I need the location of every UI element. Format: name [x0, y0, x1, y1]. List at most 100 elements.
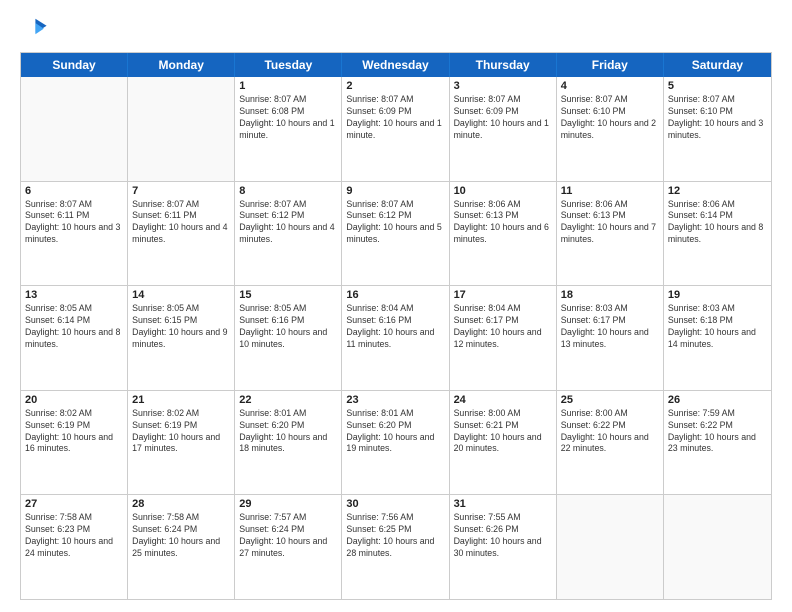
day-number: 8 [239, 185, 337, 197]
day-info: Sunrise: 7:58 AM Sunset: 6:23 PM Dayligh… [25, 512, 123, 560]
day-number: 16 [346, 289, 444, 301]
day-info: Sunrise: 8:07 AM Sunset: 6:11 PM Dayligh… [132, 199, 230, 247]
page: SundayMondayTuesdayWednesdayThursdayFrid… [0, 0, 792, 612]
calendar-week-1: 1 Sunrise: 8:07 AM Sunset: 6:08 PM Daylig… [21, 77, 771, 181]
calendar-cell: 15 Sunrise: 8:05 AM Sunset: 6:16 PM Dayli… [235, 286, 342, 390]
calendar-cell: 27 Sunrise: 7:58 AM Sunset: 6:23 PM Dayli… [21, 495, 128, 599]
day-info: Sunrise: 8:02 AM Sunset: 6:19 PM Dayligh… [25, 408, 123, 456]
day-info: Sunrise: 8:01 AM Sunset: 6:20 PM Dayligh… [346, 408, 444, 456]
calendar-header-thursday: Thursday [450, 53, 557, 77]
calendar-cell: 16 Sunrise: 8:04 AM Sunset: 6:16 PM Dayli… [342, 286, 449, 390]
calendar-week-2: 6 Sunrise: 8:07 AM Sunset: 6:11 PM Daylig… [21, 181, 771, 286]
calendar-cell [128, 77, 235, 181]
calendar-cell: 31 Sunrise: 7:55 AM Sunset: 6:26 PM Dayli… [450, 495, 557, 599]
calendar-cell: 10 Sunrise: 8:06 AM Sunset: 6:13 PM Dayli… [450, 182, 557, 286]
day-number: 19 [668, 289, 767, 301]
calendar-cell: 24 Sunrise: 8:00 AM Sunset: 6:21 PM Dayli… [450, 391, 557, 495]
calendar-cell: 14 Sunrise: 8:05 AM Sunset: 6:15 PM Dayli… [128, 286, 235, 390]
day-info: Sunrise: 8:06 AM Sunset: 6:13 PM Dayligh… [454, 199, 552, 247]
calendar-header-sunday: Sunday [21, 53, 128, 77]
calendar-header-friday: Friday [557, 53, 664, 77]
day-info: Sunrise: 8:04 AM Sunset: 6:17 PM Dayligh… [454, 303, 552, 351]
logo [20, 16, 52, 44]
calendar-header-wednesday: Wednesday [342, 53, 449, 77]
day-number: 25 [561, 394, 659, 406]
day-number: 13 [25, 289, 123, 301]
day-number: 11 [561, 185, 659, 197]
day-info: Sunrise: 8:06 AM Sunset: 6:14 PM Dayligh… [668, 199, 767, 247]
day-number: 2 [346, 80, 444, 92]
day-info: Sunrise: 8:07 AM Sunset: 6:10 PM Dayligh… [561, 94, 659, 142]
day-info: Sunrise: 7:57 AM Sunset: 6:24 PM Dayligh… [239, 512, 337, 560]
day-info: Sunrise: 8:07 AM Sunset: 6:09 PM Dayligh… [454, 94, 552, 142]
calendar-cell: 9 Sunrise: 8:07 AM Sunset: 6:12 PM Daylig… [342, 182, 449, 286]
calendar-cell: 21Sunrise: 8:02 AM Sunset: 6:19 PM Dayli… [128, 391, 235, 495]
day-number: 24 [454, 394, 552, 406]
calendar-cell: 2 Sunrise: 8:07 AM Sunset: 6:09 PM Daylig… [342, 77, 449, 181]
calendar-cell [557, 495, 664, 599]
day-number: 27 [25, 498, 123, 510]
calendar-header-saturday: Saturday [664, 53, 771, 77]
calendar: SundayMondayTuesdayWednesdayThursdayFrid… [20, 52, 772, 600]
calendar-cell: 19 Sunrise: 8:03 AM Sunset: 6:18 PM Dayli… [664, 286, 771, 390]
day-info: Sunrise: 7:55 AM Sunset: 6:26 PM Dayligh… [454, 512, 552, 560]
calendar-cell: 23 Sunrise: 8:01 AM Sunset: 6:20 PM Dayli… [342, 391, 449, 495]
day-number: 15 [239, 289, 337, 301]
day-info: Sunrise: 8:00 AM Sunset: 6:22 PM Dayligh… [561, 408, 659, 456]
calendar-cell: 1 Sunrise: 8:07 AM Sunset: 6:08 PM Daylig… [235, 77, 342, 181]
calendar-cell: 12 Sunrise: 8:06 AM Sunset: 6:14 PM Dayli… [664, 182, 771, 286]
calendar-cell: 25 Sunrise: 8:00 AM Sunset: 6:22 PM Dayli… [557, 391, 664, 495]
day-info: Sunrise: 8:07 AM Sunset: 6:09 PM Dayligh… [346, 94, 444, 142]
calendar-cell: 17 Sunrise: 8:04 AM Sunset: 6:17 PM Dayli… [450, 286, 557, 390]
day-number: 1 [239, 80, 337, 92]
day-info: Sunrise: 8:03 AM Sunset: 6:18 PM Dayligh… [668, 303, 767, 351]
day-number: 17 [454, 289, 552, 301]
day-info: Sunrise: 8:00 AM Sunset: 6:21 PM Dayligh… [454, 408, 552, 456]
day-number: 31 [454, 498, 552, 510]
day-info: Sunrise: 8:07 AM Sunset: 6:08 PM Dayligh… [239, 94, 337, 142]
day-number: 26 [668, 394, 767, 406]
calendar-week-4: 20Sunrise: 8:02 AM Sunset: 6:19 PM Dayli… [21, 390, 771, 495]
day-info: Sunrise: 8:05 AM Sunset: 6:16 PM Dayligh… [239, 303, 337, 351]
day-info: Sunrise: 8:07 AM Sunset: 6:10 PM Dayligh… [668, 94, 767, 142]
calendar-cell: 8 Sunrise: 8:07 AM Sunset: 6:12 PM Daylig… [235, 182, 342, 286]
calendar-cell: 7 Sunrise: 8:07 AM Sunset: 6:11 PM Daylig… [128, 182, 235, 286]
day-info: Sunrise: 7:59 AM Sunset: 6:22 PM Dayligh… [668, 408, 767, 456]
calendar-cell [21, 77, 128, 181]
calendar-cell: 3 Sunrise: 8:07 AM Sunset: 6:09 PM Daylig… [450, 77, 557, 181]
day-info: Sunrise: 7:58 AM Sunset: 6:24 PM Dayligh… [132, 512, 230, 560]
day-info: Sunrise: 8:01 AM Sunset: 6:20 PM Dayligh… [239, 408, 337, 456]
calendar-cell: 13 Sunrise: 8:05 AM Sunset: 6:14 PM Dayli… [21, 286, 128, 390]
calendar-cell: 20Sunrise: 8:02 AM Sunset: 6:19 PM Dayli… [21, 391, 128, 495]
calendar-cell: 26 Sunrise: 7:59 AM Sunset: 6:22 PM Dayli… [664, 391, 771, 495]
day-info: Sunrise: 8:04 AM Sunset: 6:16 PM Dayligh… [346, 303, 444, 351]
day-number: 28 [132, 498, 230, 510]
day-info: Sunrise: 8:05 AM Sunset: 6:15 PM Dayligh… [132, 303, 230, 351]
day-number: 23 [346, 394, 444, 406]
day-number: 12 [668, 185, 767, 197]
calendar-cell: 30 Sunrise: 7:56 AM Sunset: 6:25 PM Dayli… [342, 495, 449, 599]
day-info: Sunrise: 8:05 AM Sunset: 6:14 PM Dayligh… [25, 303, 123, 351]
calendar-cell: 6 Sunrise: 8:07 AM Sunset: 6:11 PM Daylig… [21, 182, 128, 286]
calendar-cell: 29 Sunrise: 7:57 AM Sunset: 6:24 PM Dayli… [235, 495, 342, 599]
day-info: Sunrise: 8:07 AM Sunset: 6:11 PM Dayligh… [25, 199, 123, 247]
day-number: 9 [346, 185, 444, 197]
calendar-cell: 18Sunrise: 8:03 AM Sunset: 6:17 PM Dayli… [557, 286, 664, 390]
day-info: Sunrise: 8:07 AM Sunset: 6:12 PM Dayligh… [239, 199, 337, 247]
calendar-cell: 22Sunrise: 8:01 AM Sunset: 6:20 PM Dayli… [235, 391, 342, 495]
calendar-week-3: 13 Sunrise: 8:05 AM Sunset: 6:14 PM Dayli… [21, 285, 771, 390]
day-info: Sunrise: 7:56 AM Sunset: 6:25 PM Dayligh… [346, 512, 444, 560]
day-number: 7 [132, 185, 230, 197]
day-number: 6 [25, 185, 123, 197]
day-info: Sunrise: 8:07 AM Sunset: 6:12 PM Dayligh… [346, 199, 444, 247]
calendar-header-row: SundayMondayTuesdayWednesdayThursdayFrid… [21, 53, 771, 77]
day-number: 30 [346, 498, 444, 510]
calendar-header-tuesday: Tuesday [235, 53, 342, 77]
day-number: 29 [239, 498, 337, 510]
day-number: 14 [132, 289, 230, 301]
day-info: Sunrise: 8:03 AM Sunset: 6:17 PM Dayligh… [561, 303, 659, 351]
day-number: 10 [454, 185, 552, 197]
day-number: 3 [454, 80, 552, 92]
calendar-cell: 28 Sunrise: 7:58 AM Sunset: 6:24 PM Dayli… [128, 495, 235, 599]
day-number: 21 [132, 394, 230, 406]
